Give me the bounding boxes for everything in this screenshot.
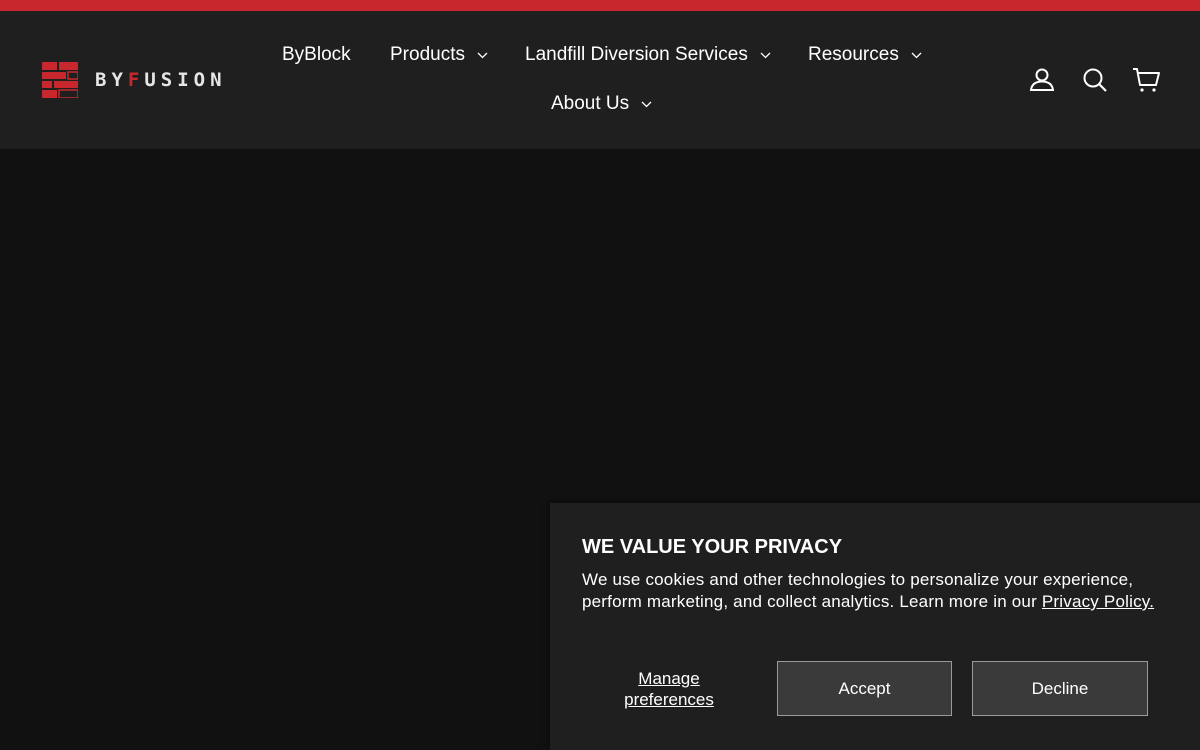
nav-item-landfill-diversion[interactable]: Landfill Diversion Services [525, 44, 771, 66]
chevron-down-icon [641, 101, 652, 107]
account-icon[interactable] [1028, 66, 1056, 94]
brand-logo[interactable]: BYFUSION [42, 62, 227, 98]
chevron-down-icon [477, 52, 488, 58]
nav-item-resources[interactable]: Resources [808, 44, 922, 66]
cookie-banner-title: WE VALUE YOUR PRIVACY [582, 536, 843, 558]
cart-icon[interactable] [1132, 66, 1160, 94]
privacy-policy-link[interactable]: Privacy Policy. [1042, 592, 1154, 611]
nav-item-about-us[interactable]: About Us [551, 93, 652, 115]
chevron-down-icon [911, 52, 922, 58]
cookie-banner-text: We use cookies and other technologies to… [582, 570, 1155, 611]
brand-wordmark: BYFUSION [95, 69, 227, 91]
site-header: BYFUSION ByBlock Products Landfill Diver… [0, 11, 1200, 149]
logo-mark-icon [42, 62, 78, 98]
announcement-bar [0, 0, 1200, 11]
nav-item-products[interactable]: Products [390, 44, 488, 66]
chevron-down-icon [760, 52, 771, 58]
decline-button[interactable]: Decline [972, 661, 1148, 716]
accept-button[interactable]: Accept [777, 661, 952, 716]
manage-preferences-link[interactable]: Manage preferences [602, 668, 736, 710]
cookie-consent-banner: WE VALUE YOUR PRIVACY We use cookies and… [550, 503, 1200, 750]
search-icon[interactable] [1081, 66, 1109, 94]
nav-item-byblock[interactable]: ByBlock [282, 44, 351, 66]
